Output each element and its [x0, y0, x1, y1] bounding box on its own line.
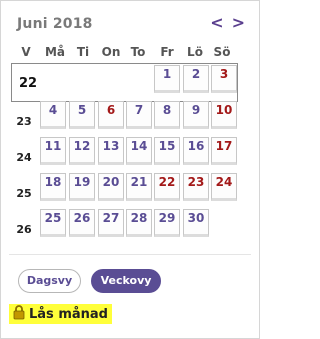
day-cell[interactable]: 16	[183, 137, 209, 165]
month-nav: < >	[210, 13, 245, 33]
weekday-label: V	[21, 45, 31, 59]
day-cell[interactable]: 13	[98, 137, 124, 165]
day-cell[interactable]: 2	[183, 65, 209, 93]
day-cell[interactable]: 27	[98, 209, 124, 237]
week-number[interactable]: 24	[11, 151, 37, 164]
week-view-button[interactable]: Veckovy	[91, 269, 161, 293]
weekday-label: Lö	[187, 45, 203, 59]
day-cell[interactable]: 6	[98, 101, 124, 129]
calendar-panel: Juni 2018 < > V Må Ti On To Fr Lö Sö 22 …	[0, 0, 260, 339]
week-number[interactable]: 25	[11, 187, 37, 200]
day-cell[interactable]: 28	[126, 209, 152, 237]
day-cell[interactable]: 1	[154, 65, 180, 93]
day-cell[interactable]: 20	[98, 173, 124, 201]
lock-label: Lås månad	[29, 306, 108, 322]
day-cell[interactable]: 14	[126, 137, 152, 165]
day-cell[interactable]: 4	[40, 101, 66, 129]
day-cell[interactable]: 10	[211, 101, 237, 129]
weekday-header: V Må Ti On To Fr Lö Sö	[11, 45, 243, 61]
chevron-right-icon[interactable]: >	[232, 13, 245, 33]
day-cell[interactable]: 25	[40, 209, 66, 237]
day-cell[interactable]: 9	[183, 101, 209, 129]
day-cell[interactable]: 5	[69, 101, 95, 129]
weekday-label: Ti	[76, 45, 90, 59]
day-cell[interactable]: 19	[69, 173, 95, 201]
day-cell[interactable]: 3	[211, 65, 237, 93]
week-number[interactable]: 23	[11, 115, 37, 128]
week-number[interactable]: 26	[11, 223, 37, 236]
weekday-label: On	[101, 45, 121, 59]
day-cell[interactable]: 21	[126, 173, 152, 201]
week-number: 22	[19, 76, 38, 91]
day-cell[interactable]: 24	[211, 173, 237, 201]
weekday-label: Sö	[213, 45, 231, 59]
day-cell[interactable]: 12	[69, 137, 95, 165]
divider	[9, 254, 251, 255]
day-view-button[interactable]: Dagsvy	[18, 269, 81, 293]
day-cell[interactable]: 23	[183, 173, 209, 201]
day-cell[interactable]: 8	[154, 101, 180, 129]
month-title: Juni 2018	[17, 16, 93, 32]
day-cell[interactable]: 17	[211, 137, 237, 165]
lock-icon	[13, 304, 25, 324]
day-cell[interactable]: 22	[154, 173, 180, 201]
weekday-label: Må	[44, 45, 66, 59]
day-cell[interactable]: 11	[40, 137, 66, 165]
day-cell[interactable]: 7	[126, 101, 152, 129]
day-cell[interactable]: 15	[154, 137, 180, 165]
weekday-label: To	[130, 45, 146, 59]
lock-month-toggle[interactable]: Lås månad	[9, 304, 112, 324]
day-cell[interactable]: 29	[154, 209, 180, 237]
day-cell[interactable]: 18	[40, 173, 66, 201]
chevron-left-icon[interactable]: <	[210, 13, 223, 33]
day-cell[interactable]: 26	[69, 209, 95, 237]
weekday-label: Fr	[160, 45, 174, 59]
day-cell[interactable]: 30	[183, 209, 209, 237]
calendar-header: Juni 2018 < >	[17, 13, 245, 33]
